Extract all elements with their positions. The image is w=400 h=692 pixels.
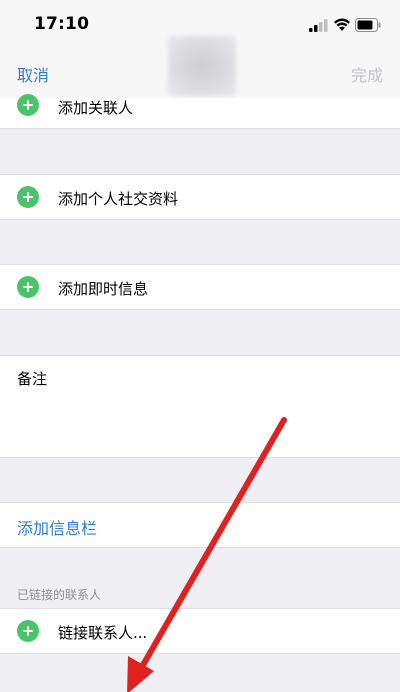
status-time: 17:10	[34, 14, 90, 34]
add-instant-message-row[interactable]: 添加即时信息	[0, 264, 400, 310]
battery-icon	[355, 18, 381, 32]
avatar[interactable]	[168, 36, 236, 96]
done-button[interactable]: 完成	[351, 62, 383, 86]
cancel-button[interactable]: 取消	[17, 62, 49, 86]
add-field-button[interactable]: 添加信息栏	[17, 515, 97, 539]
add-social-profile-label: 添加个人社交资料	[58, 190, 179, 208]
add-related-label: 添加关联人	[58, 99, 134, 117]
add-social-profile-row[interactable]: 添加个人社交资料	[0, 174, 400, 220]
signal-icon	[309, 19, 328, 32]
linked-contacts-header: 已链接的联系人	[17, 588, 102, 602]
add-related-row[interactable]: 添加关联人	[0, 94, 400, 129]
add-plus-icon[interactable]	[17, 186, 39, 208]
add-plus-icon[interactable]	[17, 276, 39, 298]
link-contacts-label: 链接联系人...	[58, 624, 148, 642]
notes-field[interactable]: 备注	[0, 355, 400, 458]
add-instant-message-label: 添加即时信息	[58, 280, 149, 298]
add-plus-icon[interactable]	[17, 94, 39, 116]
nav-bar: 取消 完成	[0, 36, 400, 98]
add-plus-icon[interactable]	[17, 620, 39, 642]
link-contacts-row[interactable]: 链接联系人...	[0, 608, 400, 654]
add-field-row[interactable]: 添加信息栏	[0, 502, 400, 548]
notes-label: 备注	[17, 370, 48, 388]
wifi-icon	[334, 18, 350, 31]
